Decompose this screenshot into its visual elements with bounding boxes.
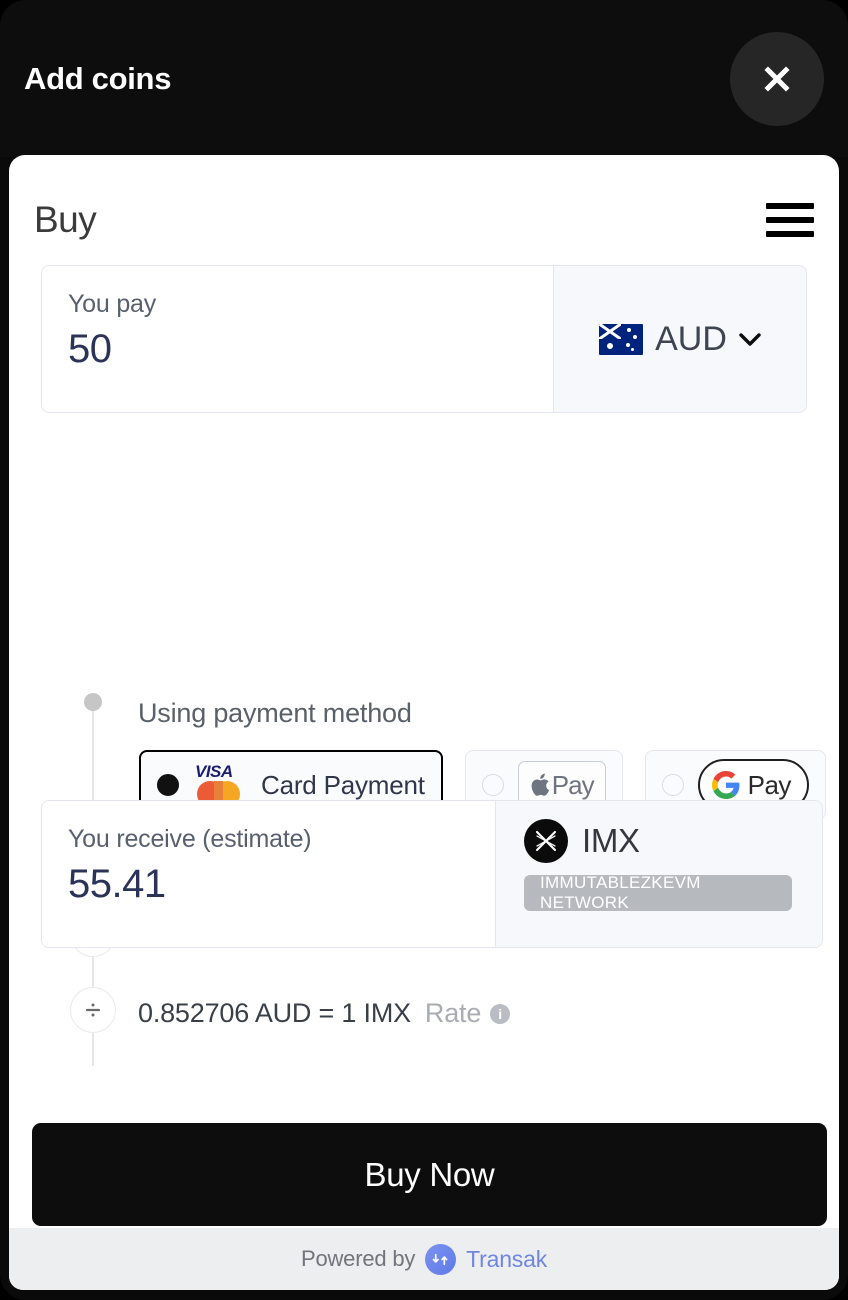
powered-by-label: Powered by xyxy=(301,1246,415,1272)
timeline-dot xyxy=(84,693,102,711)
widget-heading: Buy xyxy=(34,199,96,241)
widget-footer: Powered by Transak xyxy=(9,1228,839,1290)
close-button[interactable] xyxy=(730,32,824,126)
you-receive-amount: 55.41 xyxy=(68,862,495,907)
token-symbol: IMX xyxy=(582,822,640,860)
transak-arrows-glyph xyxy=(431,1250,450,1269)
currency-selector[interactable]: AUD xyxy=(554,266,806,412)
you-pay-box: You pay 50 AUD xyxy=(41,265,807,413)
payment-option-card-label: Card Payment xyxy=(261,770,425,801)
you-pay-input-area[interactable]: You pay 50 xyxy=(42,266,554,412)
you-pay-label: You pay xyxy=(68,290,553,319)
buy-now-button[interactable]: Buy Now xyxy=(32,1123,827,1226)
chevron-down-icon xyxy=(739,333,761,346)
widget-toolbar: Buy xyxy=(9,155,839,255)
modal-header: Add coins xyxy=(0,0,848,157)
imx-x-glyph xyxy=(532,827,560,855)
transak-logo-icon xyxy=(425,1244,456,1275)
apple-pay-label: Pay xyxy=(552,770,594,801)
you-pay-amount[interactable]: 50 xyxy=(68,327,553,372)
payment-method-label: Using payment method xyxy=(138,698,412,729)
rate-row: 0.852706 AUD = 1 IMX Rate i xyxy=(138,998,510,1029)
buy-widget: Buy You pay 50 xyxy=(9,155,839,1290)
token-selector[interactable]: IMX IMMUTABLEZKEVM NETWORK xyxy=(496,801,822,947)
modal-window: Add coins Buy You pay 50 xyxy=(0,0,848,1300)
transak-brand-label[interactable]: Transak xyxy=(466,1246,547,1273)
radio-apple-pay[interactable] xyxy=(482,774,504,796)
you-receive-label: You receive (estimate) xyxy=(68,825,495,854)
divide-icon xyxy=(82,999,104,1021)
rate-node xyxy=(70,987,116,1033)
flag-australia-icon xyxy=(599,324,643,355)
radio-card[interactable] xyxy=(157,774,179,796)
hamburger-menu-icon[interactable] xyxy=(766,203,814,237)
page-title: Add coins xyxy=(24,61,171,97)
currency-code: AUD xyxy=(655,320,727,359)
network-badge: IMMUTABLEZKEVM NETWORK xyxy=(524,875,792,911)
you-receive-amount-area: You receive (estimate) 55.41 xyxy=(42,801,496,947)
hamburger-bar xyxy=(766,231,814,237)
radio-google-pay[interactable] xyxy=(662,774,684,796)
hamburger-bar xyxy=(766,217,814,223)
hamburger-bar xyxy=(766,203,814,209)
rate-label: Rate xyxy=(425,998,481,1029)
google-logo-icon xyxy=(712,771,740,799)
google-pay-label: Pay xyxy=(748,770,791,801)
imx-token-icon xyxy=(524,819,568,863)
close-icon xyxy=(759,61,795,97)
you-receive-box: You receive (estimate) 55.41 IMX IMMUTAB… xyxy=(41,800,823,948)
apple-logo-icon xyxy=(530,773,550,797)
rate-value: 0.852706 AUD = 1 IMX xyxy=(138,998,411,1029)
info-icon[interactable]: i xyxy=(490,1004,510,1024)
token-row: IMX xyxy=(524,819,822,863)
